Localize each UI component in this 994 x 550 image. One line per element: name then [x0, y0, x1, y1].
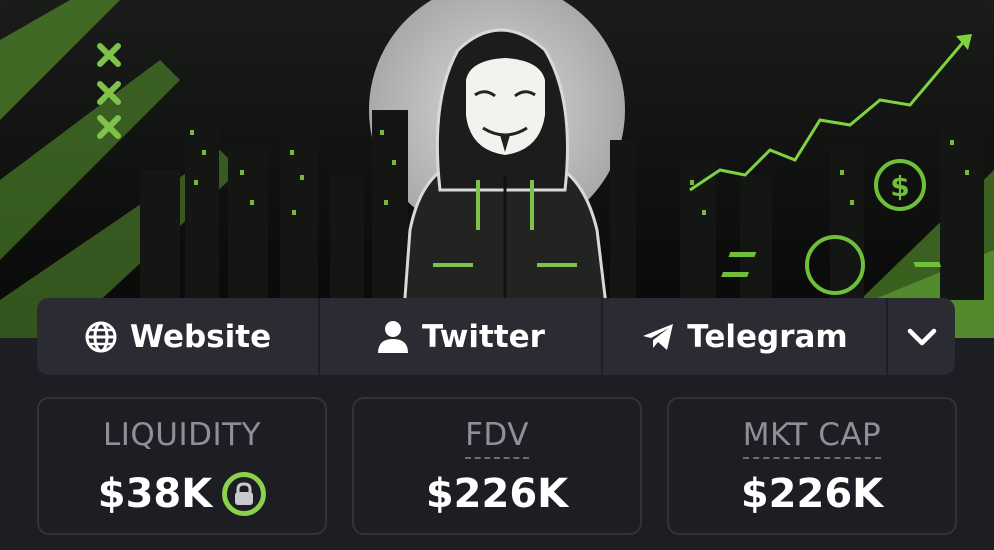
website-label: Website [129, 318, 272, 355]
globe-icon [85, 321, 117, 352]
telegram-label: Telegram [687, 318, 848, 355]
mkt-cap-stat: MKT CAP $226K [667, 397, 957, 535]
telegram-icon [643, 323, 674, 350]
liquidity-value: $38K [97, 471, 213, 517]
mkt-cap-value: $226K [740, 471, 884, 517]
mkt-cap-label[interactable]: MKT CAP [742, 417, 882, 459]
twitter-button[interactable]: Twitter [320, 298, 603, 375]
fdv-label[interactable]: FDV [465, 417, 529, 459]
liquidity-label: LIQUIDITY [102, 417, 262, 453]
token-banner-image: $ [0, 0, 994, 338]
website-button[interactable]: Website [37, 298, 320, 375]
fdv-value: $226K [425, 471, 569, 517]
lock-icon [222, 472, 267, 516]
token-card: $ Website Twitter Telegram LIQUIDITY $38… [0, 0, 994, 550]
twitter-label: Twitter [422, 318, 545, 355]
chevron-down-icon [907, 328, 936, 345]
user-icon [378, 320, 409, 353]
svg-text:$: $ [890, 170, 909, 203]
token-stats: LIQUIDITY $38K FDV $226K MKT CAP $226K [37, 397, 957, 537]
more-links-button[interactable] [888, 298, 955, 375]
liquidity-stat: LIQUIDITY $38K [37, 397, 327, 535]
telegram-button[interactable]: Telegram [603, 298, 888, 375]
fdv-stat: FDV $226K [352, 397, 642, 535]
social-links-bar: Website Twitter Telegram [37, 298, 955, 375]
